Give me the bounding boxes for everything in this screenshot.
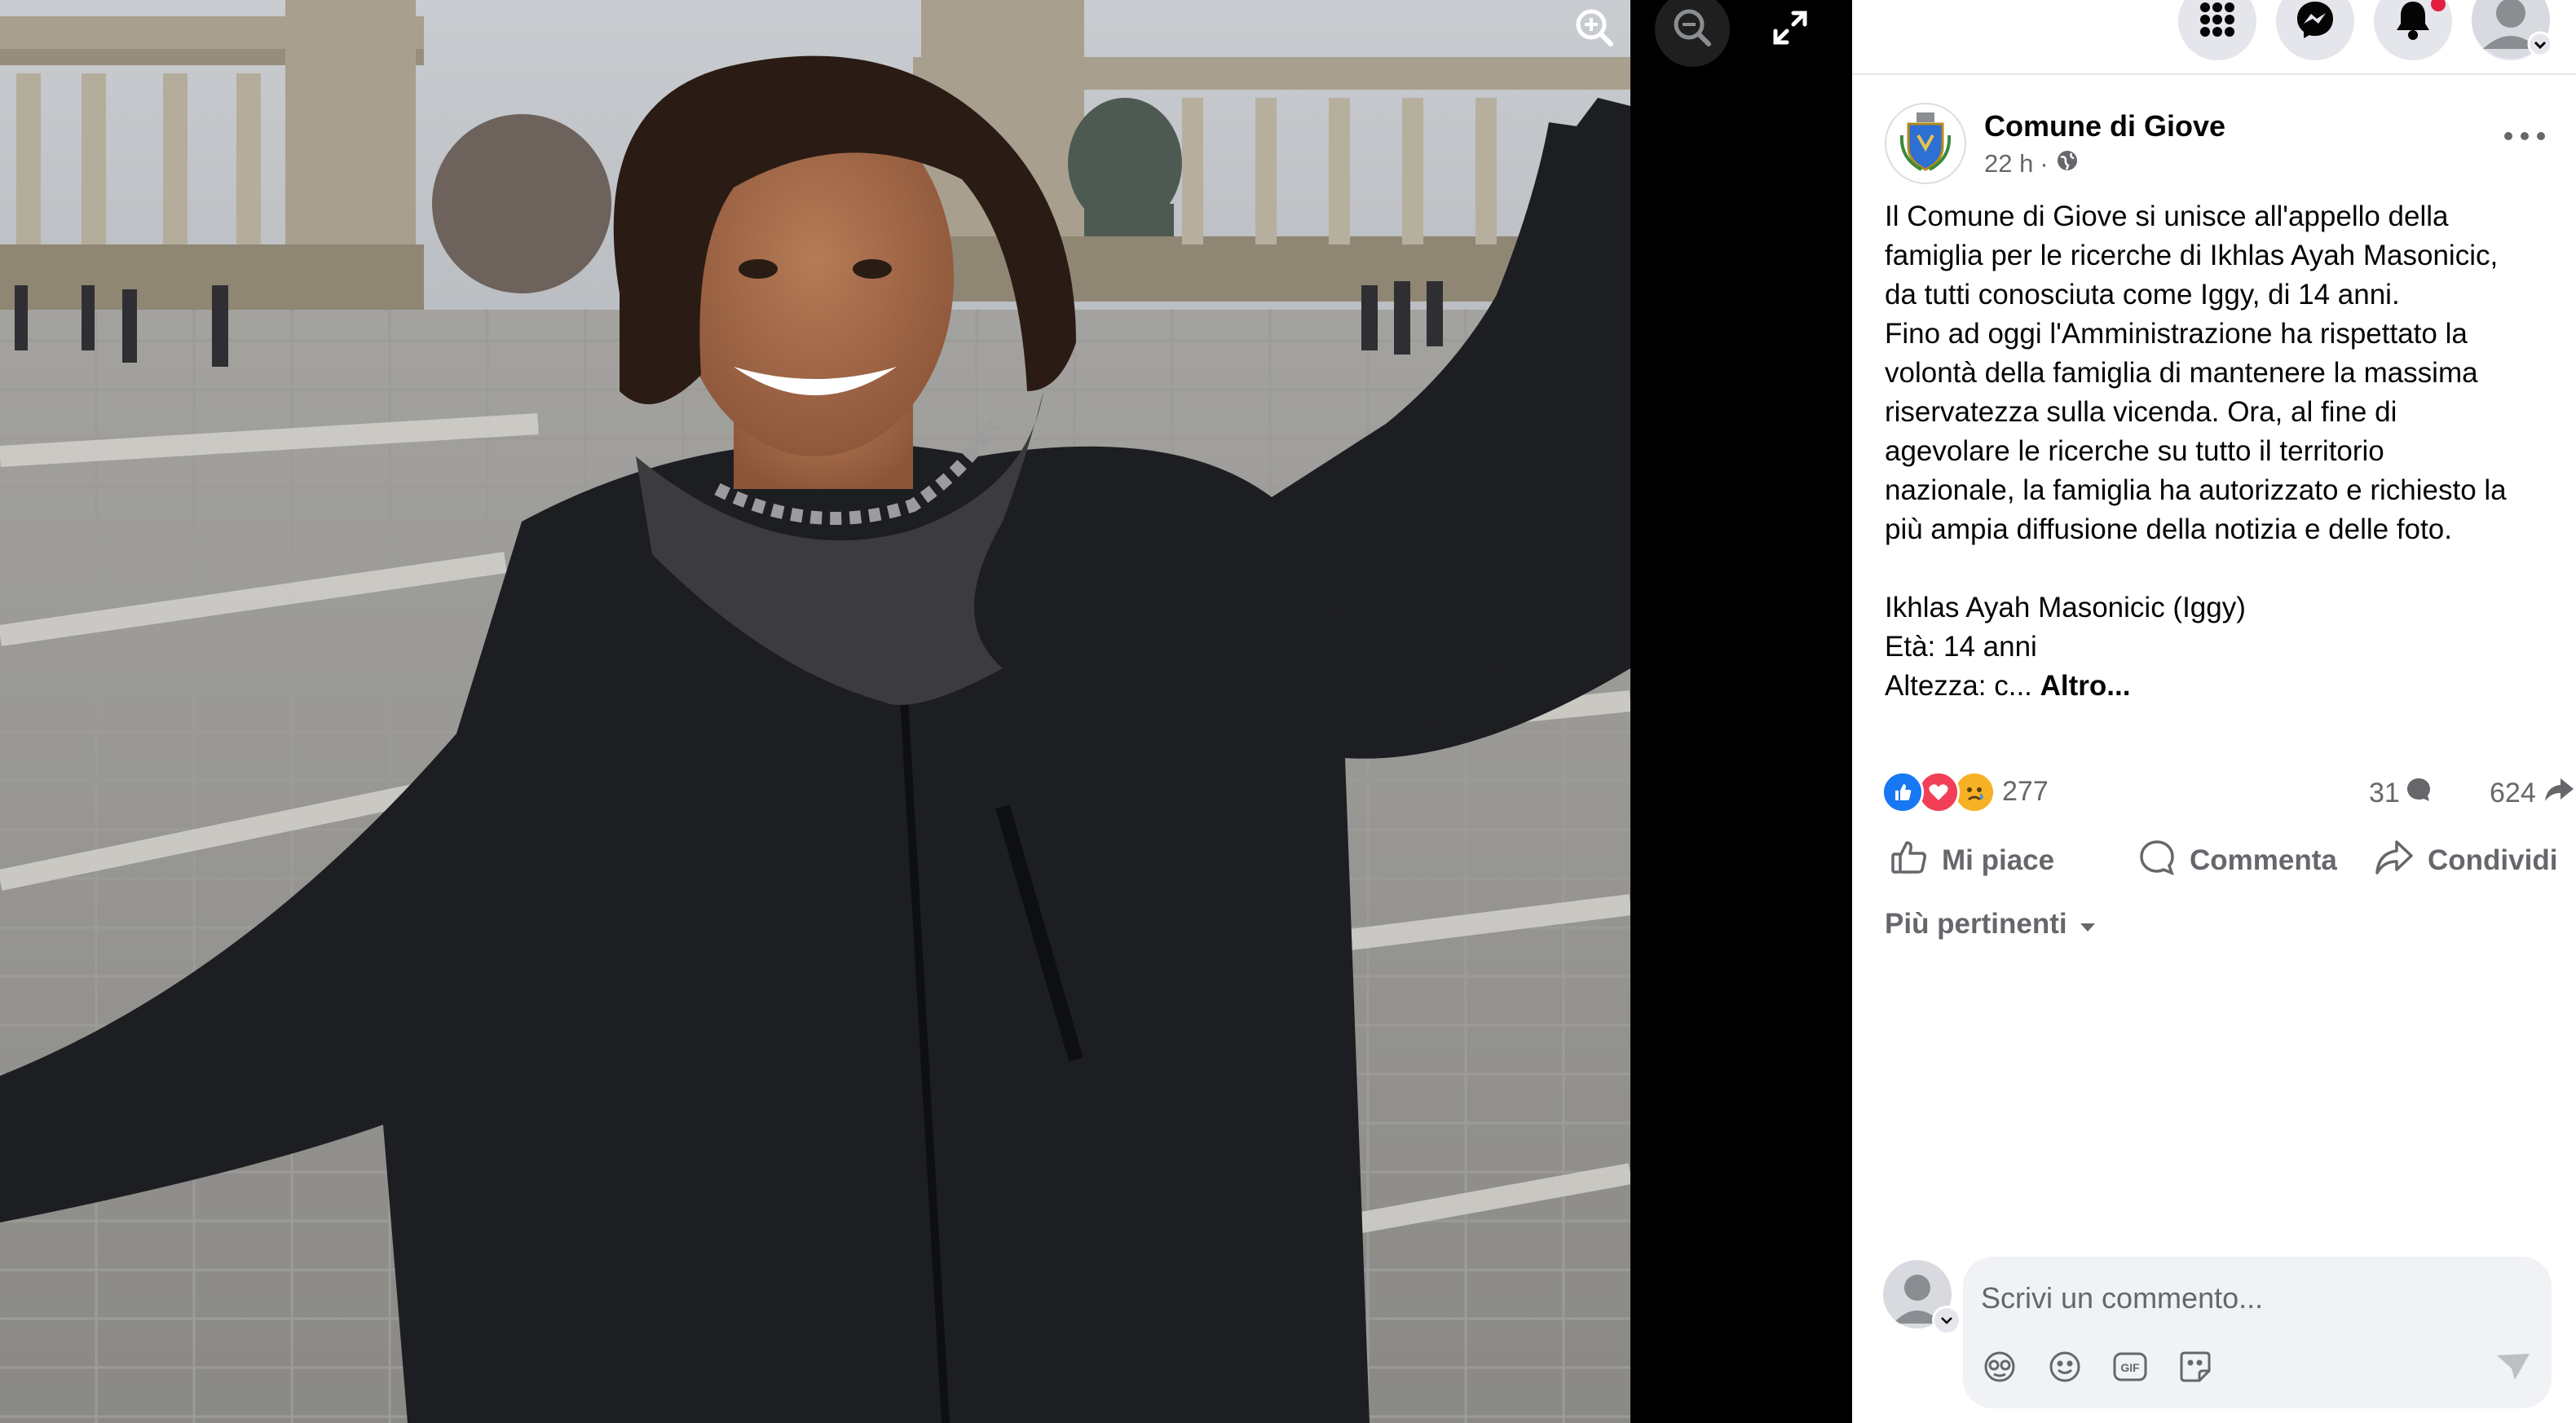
comment-label: Commenta <box>2190 844 2337 876</box>
comment-composer: GIF <box>1963 1257 2552 1408</box>
post-panel: Comune di Giove 22 h · Il Comune di Giov… <box>1852 0 2576 1423</box>
post-line: più ampia diffusione della notizia e del… <box>1885 513 2452 545</box>
avatar-caret-icon[interactable] <box>1932 1306 1961 1335</box>
caret-down-icon <box>2079 908 2097 941</box>
gif-button[interactable]: GIF <box>2110 1348 2150 1389</box>
comment-sort-dropdown[interactable]: Più pertinenti <box>1885 908 2097 941</box>
emoji-button[interactable] <box>2044 1348 2085 1389</box>
post-line: riservatezza sulla vicenda. Ora, al fine… <box>1885 396 2397 428</box>
more-dot <box>2537 132 2545 140</box>
share-count: 624 <box>2490 778 2536 808</box>
share-arrow-icon <box>2543 776 2575 811</box>
post-line: Il Comune di Giove si unisce all'appello… <box>1885 200 2449 232</box>
comment-count: 31 <box>2369 778 2400 808</box>
sort-label: Più pertinenti <box>1885 908 2067 940</box>
post-line: volontà della famiglia di mantenere la m… <box>1885 357 2478 389</box>
like-reaction-icon[interactable] <box>1881 771 1924 813</box>
comment-input[interactable] <box>1979 1271 2537 1325</box>
share-count-link[interactable]: 624 <box>2490 776 2575 811</box>
post-stats: 277 31 624 <box>1881 766 2574 815</box>
expand-icon <box>1771 8 1810 51</box>
comment-count-link[interactable]: 31 <box>2369 776 2433 811</box>
share-label: Condividi <box>2428 844 2558 876</box>
globe-icon <box>2055 148 2080 179</box>
share-icon <box>2374 839 2415 883</box>
photo-viewer <box>0 0 1852 1423</box>
post-actions: Mi piace Commenta Condividi <box>1881 830 2558 892</box>
post-time[interactable]: 22 h <box>1984 149 2033 178</box>
sticker-icon <box>2178 1350 2212 1388</box>
see-more-link[interactable]: Altro... <box>2040 670 2131 702</box>
notifications-button[interactable] <box>2374 0 2452 60</box>
bell-icon <box>2394 0 2432 44</box>
emoji-icon <box>2048 1350 2082 1388</box>
post-header: Comune di Giove 22 h · <box>1885 103 2553 192</box>
page-avatar[interactable] <box>1885 103 1966 184</box>
comment-button[interactable]: Commenta <box>2137 830 2337 892</box>
like-label: Mi piace <box>1942 844 2055 876</box>
truncated-text: Altezza: c... <box>1885 670 2032 702</box>
post-meta: 22 h · <box>1984 148 2080 179</box>
sticker-button[interactable] <box>2175 1348 2216 1389</box>
page-name[interactable]: Comune di Giove <box>1984 109 2225 143</box>
post-line: agevolare le ricerche su tutto il territ… <box>1885 435 2384 467</box>
post-line: Fino ad oggi l'Amministrazione ha rispet… <box>1885 318 2468 350</box>
post-text: Il Comune di Giove si unisce all'appello… <box>1885 197 2553 706</box>
comment-bubble-icon <box>2405 776 2433 811</box>
meta-separator: · <box>2040 149 2049 178</box>
send-button[interactable] <box>2493 1348 2534 1389</box>
svg-text:GIF: GIF <box>2120 1361 2140 1374</box>
messenger-button[interactable] <box>2276 0 2354 60</box>
post-line: Età: 14 anni <box>1885 631 2037 663</box>
post-line: Ikhlas Ayah Masonicic (Iggy) <box>1885 592 2246 623</box>
zoom-in-icon <box>1573 7 1616 53</box>
post-line: nazionale, la famiglia ha autorizzato e … <box>1885 474 2507 506</box>
gif-icon: GIF <box>2112 1350 2148 1387</box>
post-line: famiglia per le ricerche di Ikhlas Ayah … <box>1885 240 2499 271</box>
send-icon <box>2495 1350 2531 1387</box>
avatar-sticker-button[interactable] <box>1979 1348 2020 1389</box>
grid-menu-icon <box>2199 1 2236 42</box>
fullscreen-button[interactable] <box>1753 0 1828 67</box>
menu-button[interactable] <box>2178 0 2256 60</box>
avatar-sticker-icon <box>1983 1350 2017 1388</box>
post-line: da tutti conosciuta come Iggy, di 14 ann… <box>1885 279 2400 311</box>
coat-of-arms-icon <box>1897 111 1954 177</box>
messenger-icon <box>2295 0 2336 44</box>
more-dot <box>2504 132 2512 140</box>
reaction-count[interactable]: 277 <box>2002 776 2049 808</box>
thumbs-up-icon <box>1890 838 1929 884</box>
more-dot <box>2521 132 2529 140</box>
zoom-out-icon <box>1671 7 1714 53</box>
zoom-out-button[interactable] <box>1655 0 1730 67</box>
account-avatar <box>2472 0 2553 63</box>
post-line-truncated: Altezza: c... Altro... <box>1885 667 2553 706</box>
account-button[interactable] <box>2472 0 2553 63</box>
top-navigation <box>1852 0 2576 75</box>
share-button[interactable]: Condividi <box>2374 830 2557 892</box>
comment-icon <box>2137 838 2177 884</box>
post-photo[interactable] <box>0 0 1630 1423</box>
post-options-button[interactable] <box>2504 124 2545 148</box>
like-button[interactable]: Mi piace <box>1890 830 2054 892</box>
notification-badge <box>2431 0 2446 11</box>
